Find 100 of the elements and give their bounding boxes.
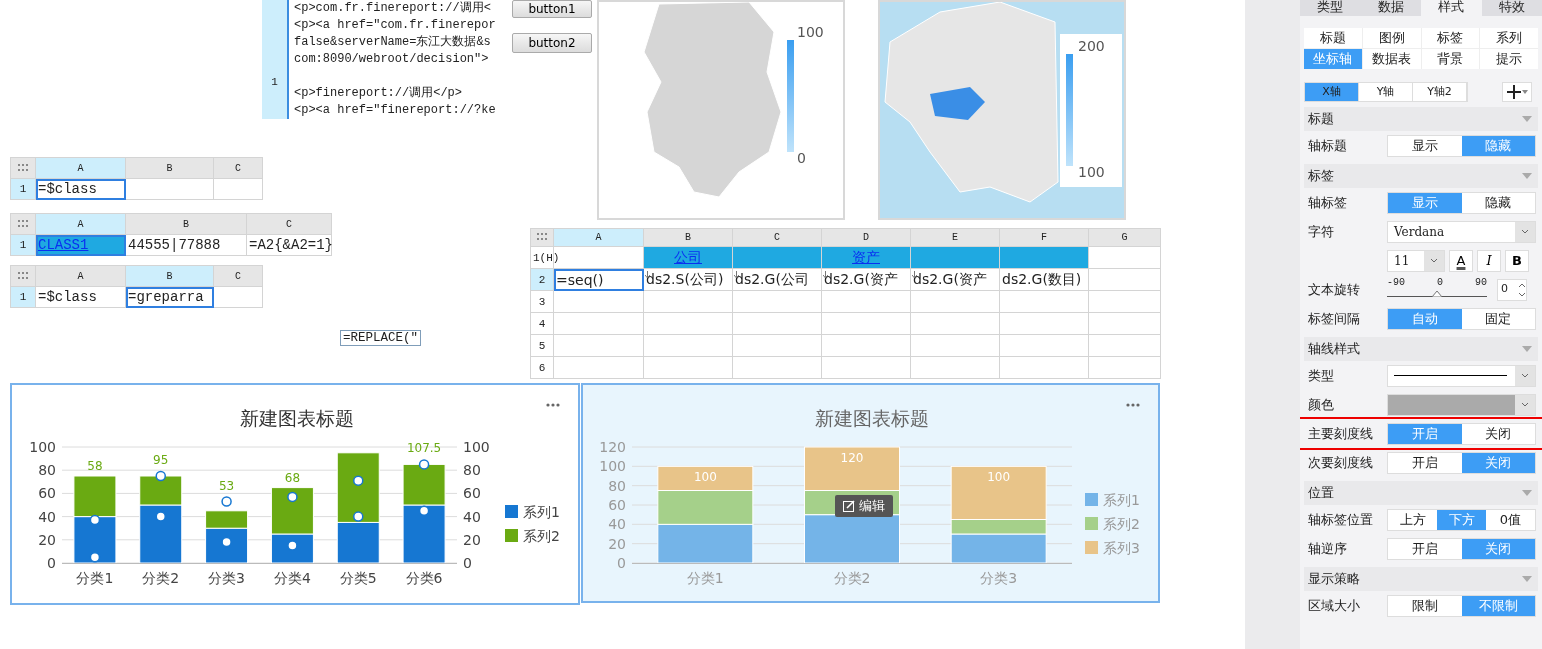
- marker-point: [287, 540, 298, 551]
- column-header[interactable]: C: [732, 228, 822, 247]
- column-header[interactable]: D: [821, 228, 911, 247]
- chart-card[interactable]: 新建图表标题 0 20 40 60 80 100 0 20 40 60 80 100 分类1 分类2 分类3 分类4 分类5 分类6 58 95 53 68 107.5 系列1 系列2: [10, 383, 580, 605]
- more-icon[interactable]: [1126, 403, 1140, 407]
- table-cell[interactable]: =greparra: [125, 286, 214, 308]
- table-cell[interactable]: ds2.S(公司): [643, 268, 733, 291]
- column-header[interactable]: C: [213, 157, 263, 179]
- table-cell[interactable]: =seq(): [553, 268, 644, 291]
- collapse-caret-icon[interactable]: [1522, 576, 1532, 582]
- italic-button[interactable]: I: [1477, 249, 1501, 272]
- row-header[interactable]: 2: [530, 268, 554, 291]
- style-tab[interactable]: 图例: [1362, 28, 1421, 48]
- segment-button[interactable]: 显示: [1388, 135, 1462, 156]
- axis-tick-label: 20: [463, 531, 481, 548]
- line-style-dropdown[interactable]: [1387, 364, 1536, 387]
- panel-tab[interactable]: 类型: [1300, 0, 1361, 16]
- slider-tick-label: -90: [1387, 276, 1405, 288]
- column-header[interactable]: B: [643, 228, 733, 247]
- column-header[interactable]: A: [553, 228, 644, 247]
- column-header[interactable]: C: [246, 213, 332, 235]
- segment-button[interactable]: 固定: [1461, 308, 1535, 329]
- table-cell[interactable]: 44555|77888: [125, 234, 247, 256]
- collapse-caret-icon[interactable]: [1522, 346, 1532, 352]
- chart-card[interactable]: 新建图表标题 0 20 40 60 80 100 120 分类1 分类2 分类3 100 120 100 系列1 系列2 系列3 编辑: [581, 383, 1160, 603]
- panel-tab[interactable]: 数据: [1360, 0, 1421, 16]
- row-header[interactable]: 3: [530, 290, 554, 313]
- axis-tab[interactable]: Y轴: [1359, 83, 1413, 101]
- column-header[interactable]: E: [910, 228, 1000, 247]
- row-header[interactable]: 6: [530, 356, 554, 379]
- field-label: 次要刻度线: [1308, 453, 1374, 472]
- legend-label: 系列3: [1103, 540, 1140, 556]
- marker-point: [155, 470, 166, 482]
- column-header[interactable]: B: [125, 157, 214, 179]
- axis-tick-label: 0: [617, 555, 626, 571]
- axis-tab[interactable]: Y轴2: [1413, 83, 1467, 101]
- code-line: <p>com.fr.finereport://调用<: [294, 1, 491, 15]
- row-header[interactable]: 1: [10, 178, 36, 200]
- axis-tick-label: 60: [38, 485, 56, 502]
- segment-button[interactable]: 开启: [1388, 538, 1462, 559]
- data-label: 107.5: [406, 441, 442, 456]
- column-header[interactable]: F: [999, 228, 1089, 247]
- row-header[interactable]: 1: [10, 234, 36, 256]
- row-header[interactable]: 5: [530, 334, 554, 357]
- font-color-button[interactable]: A: [1449, 249, 1473, 272]
- column-header[interactable]: G: [1088, 228, 1161, 247]
- formula-field[interactable]: =REPLACE(": [340, 330, 421, 346]
- style-tab[interactable]: 标签: [1421, 28, 1480, 48]
- table-cell[interactable]: =$class: [35, 286, 126, 308]
- legend-swatch: [505, 505, 518, 518]
- table-cell[interactable]: =A2{&A2=1}: [246, 234, 332, 256]
- table-cell[interactable]: ds2.G(资产: [821, 268, 911, 291]
- panel-tab[interactable]: 特效: [1481, 0, 1542, 16]
- size-dropdown[interactable]: 11: [1387, 249, 1445, 272]
- style-tab[interactable]: 系列: [1480, 28, 1538, 48]
- collapse-caret-icon[interactable]: [1522, 173, 1532, 179]
- segment-button[interactable]: 上方: [1388, 509, 1437, 530]
- segment-button[interactable]: 开启: [1388, 452, 1462, 473]
- column-header[interactable]: A: [35, 157, 126, 179]
- number-spinner[interactable]: 0: [1497, 278, 1527, 301]
- field-label: 标签间隔: [1308, 309, 1361, 328]
- axis-tick-label: 20: [38, 531, 56, 548]
- push-button[interactable]: button2: [512, 33, 592, 53]
- segment-button[interactable]: 隐藏: [1461, 192, 1535, 213]
- table-cell[interactable]: ds2.G(数目): [999, 268, 1089, 291]
- bold-button[interactable]: B: [1505, 249, 1529, 272]
- row-header[interactable]: 1: [10, 286, 36, 308]
- axis-tick-label: 80: [38, 462, 56, 479]
- table-cell[interactable]: =$class: [35, 178, 126, 200]
- column-header[interactable]: A: [35, 213, 126, 235]
- field-label: 轴标签位置: [1308, 510, 1374, 529]
- color-dropdown[interactable]: [1387, 393, 1536, 416]
- collapse-caret-icon[interactable]: [1522, 490, 1532, 496]
- axis-tab[interactable]: X轴: [1305, 83, 1359, 101]
- edit-tooltip[interactable]: 编辑: [835, 495, 893, 517]
- style-tab[interactable]: 数据表: [1362, 49, 1421, 69]
- column-header[interactable]: B: [125, 213, 247, 235]
- column-header[interactable]: B: [125, 265, 214, 287]
- collapse-caret-icon[interactable]: [1522, 116, 1532, 122]
- row-header[interactable]: 4: [530, 312, 554, 335]
- data-label: 100: [693, 470, 717, 485]
- chart-title: 新建图表标题: [815, 407, 929, 429]
- slider-thumb[interactable]: [1432, 290, 1442, 297]
- style-tab[interactable]: 背景: [1421, 49, 1480, 69]
- grid-icon: [536, 233, 548, 242]
- push-button[interactable]: button1: [512, 0, 592, 18]
- segment-button[interactable]: 限制: [1388, 595, 1462, 616]
- axis-tick-label: 100: [29, 439, 56, 455]
- table-cell[interactable]: ds2.G(资产: [910, 268, 1000, 291]
- more-icon[interactable]: [546, 403, 560, 407]
- style-tab[interactable]: 标题: [1304, 28, 1362, 48]
- axis-tick-label: 40: [38, 508, 56, 525]
- segment-button[interactable]: 关闭: [1461, 423, 1535, 444]
- font-dropdown[interactable]: Verdana: [1387, 220, 1536, 243]
- style-tab[interactable]: 提示: [1480, 49, 1538, 69]
- add-axis-button[interactable]: [1502, 82, 1532, 102]
- column-header[interactable]: A: [35, 265, 126, 287]
- segment-button[interactable]: 0值: [1486, 509, 1535, 530]
- column-header[interactable]: C: [213, 265, 263, 287]
- table-cell[interactable]: ds2.G(公司: [732, 268, 822, 291]
